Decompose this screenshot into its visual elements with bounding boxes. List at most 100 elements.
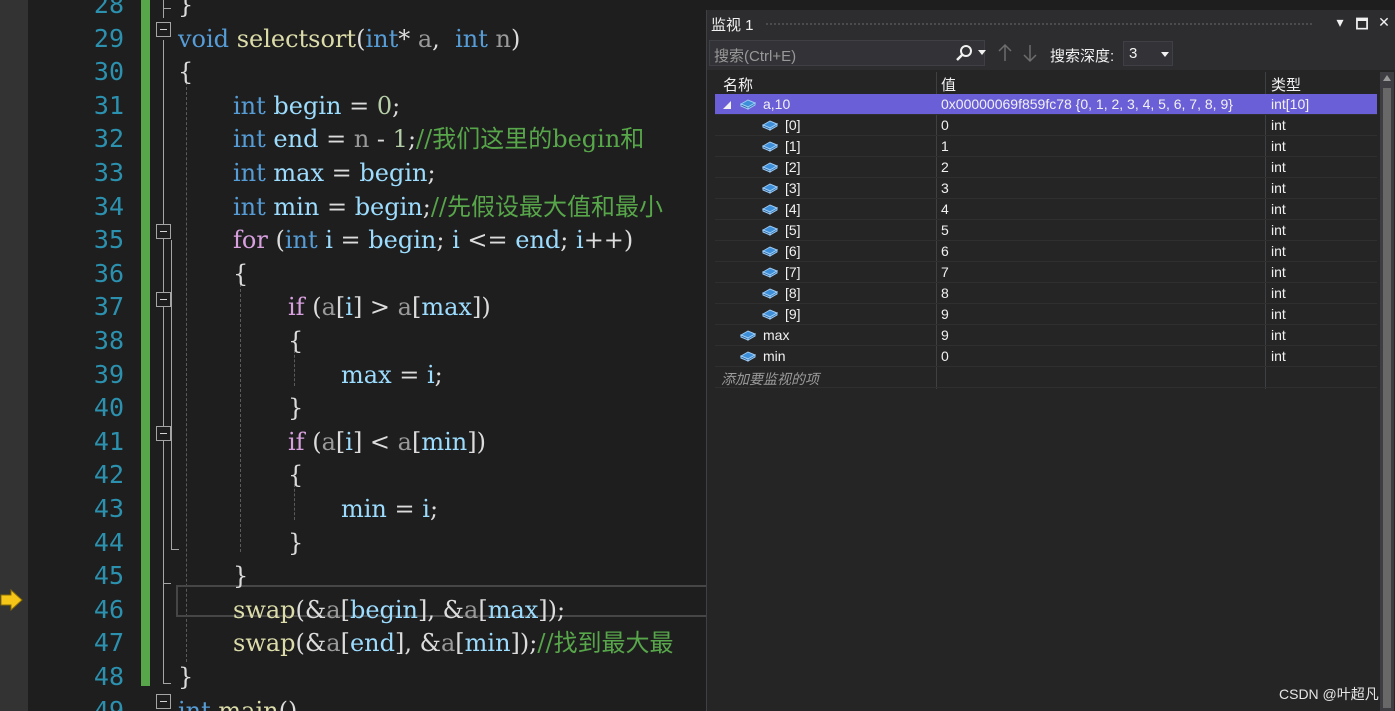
watch-row[interactable]: [8] 8 int (715, 283, 1377, 304)
code-token: end (273, 125, 319, 154)
watch-name[interactable]: [4] (785, 201, 801, 217)
watch-name[interactable]: [1] (785, 138, 801, 154)
watch-row[interactable]: [2] 2 int (715, 157, 1377, 178)
code-line[interactable]: min = i; (341, 492, 438, 526)
vertical-scrollbar[interactable] (1380, 72, 1394, 711)
line-number-gutter: 28 29 30 31 32 33 34 35 36 37 38 39 40 41 42 43 44 45 46 47… (28, 0, 124, 711)
code-line[interactable]: { (288, 324, 303, 358)
code-token: a (397, 427, 412, 456)
watch-name[interactable]: [0] (785, 117, 801, 133)
code-line[interactable]: { (288, 458, 303, 492)
fold-toggle-selectsort[interactable] (156, 22, 171, 37)
fold-toggle-if-min[interactable] (156, 426, 171, 441)
watch-value[interactable]: 5 (941, 222, 949, 238)
code-line[interactable]: if (a[i] > a[max]) (288, 290, 491, 324)
watch-value[interactable]: 7 (941, 264, 949, 280)
code-line[interactable]: } (288, 526, 303, 560)
search-input[interactable]: 搜索(Ctrl+E) (709, 40, 986, 66)
chevron-down-icon[interactable] (978, 50, 986, 55)
code-line[interactable]: } (288, 391, 303, 425)
watch-row[interactable]: [3] 3 int (715, 178, 1377, 199)
watch-window[interactable]: 监视 1 ▾ 🗖 ✕ 搜索(Ctrl+E) 搜索深度: 3 名称 值 类型 a,… (706, 10, 1395, 711)
code-line[interactable]: } (178, 660, 193, 694)
watch-row[interactable]: [4] 4 int (715, 199, 1377, 220)
add-watch-row[interactable]: 添加要监视的项 (715, 367, 1377, 388)
watch-name[interactable]: [2] (785, 159, 801, 175)
watch-name[interactable]: max (763, 327, 789, 343)
watch-name[interactable]: min (763, 348, 786, 364)
code-line[interactable]: swap(&a[end], &a[min]);//找到最大最 (233, 626, 674, 660)
watch-row[interactable]: [7] 7 int (715, 262, 1377, 283)
watch-row[interactable]: [9] 9 int (715, 304, 1377, 325)
code-token: a (321, 293, 336, 322)
search-icon[interactable] (954, 43, 974, 63)
watch-value[interactable]: 3 (941, 180, 949, 196)
watch-value[interactable]: 6 (941, 243, 949, 259)
code-line[interactable]: int begin = 0; (233, 89, 400, 123)
watch-row[interactable]: a,10 0x00000069f859fc78 {0, 1, 2, 3, 4, 5… (715, 94, 1377, 115)
code-line[interactable]: int main() (178, 694, 297, 711)
code-line[interactable]: for (int i = begin; i <= end; i++) (233, 223, 633, 257)
watch-name[interactable]: [3] (785, 180, 801, 196)
watch-value[interactable]: 0 (941, 348, 949, 364)
code-line[interactable]: int end = n - 1;//我们这里的begin和 (233, 122, 644, 156)
code-token: if (288, 427, 305, 456)
close-icon[interactable]: ✕ (1375, 14, 1393, 31)
window-dropdown-icon[interactable]: ▾ (1331, 14, 1349, 31)
watch-value[interactable]: 8 (941, 285, 949, 301)
watch-type: int[10] (1271, 96, 1310, 112)
watch-value[interactable]: 0 (941, 117, 949, 133)
search-depth-select[interactable]: 3 (1123, 41, 1173, 66)
fold-toggle-if-max[interactable] (156, 292, 171, 307)
search-previous-icon[interactable] (997, 43, 1013, 63)
watch-name[interactable]: [8] (785, 285, 801, 301)
code-line[interactable]: int max = begin; (233, 156, 436, 190)
scroll-up-icon[interactable] (1383, 75, 1391, 81)
watch-name[interactable]: [7] (785, 264, 801, 280)
code-line[interactable]: swap(&a[begin], &a[max]); (233, 593, 565, 627)
watch-title-bar[interactable]: 监视 1 ▾ 🗖 ✕ (707, 10, 1395, 38)
watch-name[interactable]: a,10 (763, 96, 790, 112)
code-editor[interactable]: 28 29 30 31 32 33 34 35 36 37 38 39 40 41 42 43 44 45 46 47… (0, 0, 706, 711)
watch-name[interactable]: [5] (785, 222, 801, 238)
watch-value[interactable]: 9 (941, 327, 949, 343)
code-token: 1 (392, 125, 408, 154)
scroll-thumb[interactable] (1383, 88, 1391, 708)
maximize-icon[interactable]: 🗖 (1353, 14, 1371, 38)
code-line[interactable]: if (a[i] < a[min]) (288, 425, 486, 459)
fold-toggle-for[interactable] (156, 224, 171, 239)
expand-toggle-icon[interactable] (723, 101, 731, 109)
watch-row[interactable]: [1] 1 int (715, 136, 1377, 157)
watch-value[interactable]: 0x00000069f859fc78 {0, 1, 2, 3, 4, 5, 6,… (941, 96, 1233, 112)
code-line[interactable]: max = i; (341, 358, 443, 392)
watch-row[interactable]: [6] 6 int (715, 241, 1377, 262)
line-number: 36 (93, 258, 124, 288)
watch-row[interactable]: [5] 5 int (715, 220, 1377, 241)
watch-row[interactable]: [0] 0 int (715, 115, 1377, 136)
fold-toggle-main[interactable] (156, 694, 171, 709)
search-next-icon[interactable] (1022, 43, 1038, 63)
search-placeholder: 搜索(Ctrl+E) (714, 48, 797, 65)
column-header-type[interactable]: 类型 (1271, 74, 1301, 95)
code-line[interactable]: { (178, 55, 193, 89)
code-line[interactable]: int min = begin;//先假设最大值和最小 (233, 190, 663, 224)
line-number: 43 (93, 494, 124, 523)
watch-value[interactable]: 4 (941, 201, 949, 217)
indent-guide (186, 82, 187, 662)
column-header-name[interactable]: 名称 (723, 74, 753, 95)
watch-value[interactable]: 1 (941, 138, 949, 154)
watch-row[interactable]: max 9 int (715, 325, 1377, 346)
code-line[interactable]: } (178, 0, 193, 22)
search-depth-label: 搜索深度: (1050, 48, 1115, 65)
watch-value[interactable]: 2 (941, 159, 949, 175)
column-header-value[interactable]: 值 (941, 74, 956, 95)
add-watch-placeholder[interactable]: 添加要监视的项 (721, 369, 819, 389)
watch-value[interactable]: 9 (941, 306, 949, 322)
code-token: min (421, 427, 468, 456)
watch-name[interactable]: [6] (785, 243, 801, 259)
watch-name[interactable]: [9] (785, 306, 801, 322)
code-line[interactable]: { (233, 257, 248, 291)
watch-row[interactable]: min 0 int (715, 346, 1377, 367)
code-line[interactable]: } (233, 559, 248, 593)
code-line[interactable]: void selectsort(int* a, int n) (178, 22, 520, 56)
